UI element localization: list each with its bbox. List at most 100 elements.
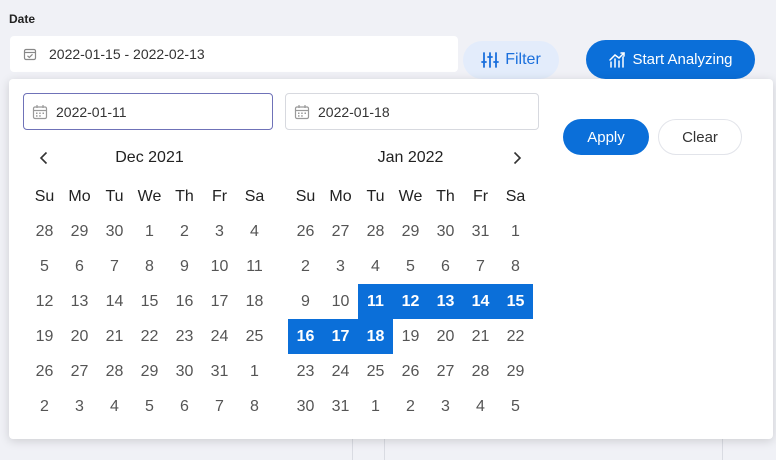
day-cell-selected[interactable]: 14 xyxy=(463,284,498,319)
day-cell-selected[interactable]: 17 xyxy=(323,319,358,354)
day-cell-selected[interactable]: 13 xyxy=(428,284,463,319)
day-cell[interactable]: 2 xyxy=(167,214,202,249)
day-cell[interactable]: 9 xyxy=(288,284,323,319)
day-cell[interactable]: 7 xyxy=(463,249,498,284)
start-analyzing-button[interactable]: Start Analyzing xyxy=(586,40,755,79)
day-cell[interactable]: 19 xyxy=(393,319,428,354)
month-title: Dec 2021 xyxy=(115,149,184,166)
day-cell[interactable]: 21 xyxy=(97,319,132,354)
day-cell[interactable]: 25 xyxy=(237,319,272,354)
day-cell[interactable]: 23 xyxy=(288,354,323,389)
day-cell[interactable]: 20 xyxy=(62,319,97,354)
day-cell[interactable]: 24 xyxy=(202,319,237,354)
day-cell[interactable]: 31 xyxy=(202,354,237,389)
day-cell[interactable]: 2 xyxy=(393,389,428,424)
day-cell[interactable]: 29 xyxy=(498,354,533,389)
filter-button[interactable]: Filter xyxy=(463,41,559,79)
day-cell[interactable]: 13 xyxy=(62,284,97,319)
day-cell[interactable]: 5 xyxy=(498,389,533,424)
day-cell-selected[interactable]: 12 xyxy=(393,284,428,319)
day-cell[interactable]: 4 xyxy=(237,214,272,249)
date-range-field[interactable]: 2022-01-15 - 2022-02-13 xyxy=(10,36,458,72)
weekday-header: Tu xyxy=(105,187,124,205)
day-cell[interactable]: 6 xyxy=(167,389,202,424)
day-cell[interactable]: 1 xyxy=(237,354,272,389)
day-cell[interactable]: 9 xyxy=(167,249,202,284)
day-cell[interactable]: 29 xyxy=(62,214,97,249)
day-cell[interactable]: 15 xyxy=(132,284,167,319)
day-cell[interactable]: 8 xyxy=(132,249,167,284)
day-cell[interactable]: 2 xyxy=(288,249,323,284)
day-cell[interactable]: 28 xyxy=(97,354,132,389)
date-label: Date xyxy=(9,12,36,26)
day-cell[interactable]: 22 xyxy=(498,319,533,354)
day-cell[interactable]: 1 xyxy=(358,389,393,424)
day-cell[interactable]: 3 xyxy=(202,214,237,249)
day-cell[interactable]: 17 xyxy=(202,284,237,319)
day-cell-selected[interactable]: 16 xyxy=(288,319,323,354)
day-cell[interactable]: 5 xyxy=(27,249,62,284)
start-date-input[interactable]: 2022-01-11 xyxy=(23,93,273,130)
day-cell[interactable]: 14 xyxy=(97,284,132,319)
day-cell[interactable]: 27 xyxy=(62,354,97,389)
day-cell[interactable]: 3 xyxy=(428,389,463,424)
day-cell[interactable]: 31 xyxy=(463,214,498,249)
day-cell[interactable]: 20 xyxy=(428,319,463,354)
day-cell[interactable]: 8 xyxy=(498,249,533,284)
end-date-input[interactable]: 2022-01-18 xyxy=(285,93,539,130)
day-cell-selected[interactable]: 11 xyxy=(358,284,393,319)
day-cell[interactable]: 1 xyxy=(132,214,167,249)
day-cell[interactable]: 26 xyxy=(393,354,428,389)
day-cell[interactable]: 22 xyxy=(132,319,167,354)
day-cell[interactable]: 19 xyxy=(27,319,62,354)
day-cell[interactable]: 30 xyxy=(167,354,202,389)
day-cell[interactable]: 3 xyxy=(62,389,97,424)
start-date-value: 2022-01-11 xyxy=(56,103,127,120)
weekday-header: Fr xyxy=(472,187,489,205)
day-cell[interactable]: 8 xyxy=(237,389,272,424)
day-cell[interactable]: 12 xyxy=(27,284,62,319)
day-cell[interactable]: 26 xyxy=(27,354,62,389)
background-divider xyxy=(384,439,385,460)
day-cell[interactable]: 1 xyxy=(498,214,533,249)
day-cell[interactable]: 29 xyxy=(132,354,167,389)
day-cell[interactable]: 6 xyxy=(62,249,97,284)
day-cell[interactable]: 24 xyxy=(323,354,358,389)
day-cell[interactable]: 5 xyxy=(393,249,428,284)
day-cell[interactable]: 4 xyxy=(97,389,132,424)
day-cell[interactable]: 30 xyxy=(288,389,323,424)
day-cell[interactable]: 27 xyxy=(323,214,358,249)
day-cell[interactable]: 28 xyxy=(358,214,393,249)
day-cell[interactable]: 16 xyxy=(167,284,202,319)
day-cell[interactable]: 4 xyxy=(463,389,498,424)
day-cell[interactable]: 27 xyxy=(428,354,463,389)
day-cell[interactable]: 10 xyxy=(323,284,358,319)
clear-button[interactable]: Clear xyxy=(658,119,742,155)
day-cell[interactable]: 18 xyxy=(237,284,272,319)
day-cell[interactable]: 29 xyxy=(393,214,428,249)
day-cell[interactable]: 6 xyxy=(428,249,463,284)
day-cell[interactable]: 21 xyxy=(463,319,498,354)
day-cell[interactable]: 7 xyxy=(97,249,132,284)
day-cell[interactable]: 30 xyxy=(97,214,132,249)
day-cell[interactable]: 28 xyxy=(463,354,498,389)
day-cell[interactable]: 7 xyxy=(202,389,237,424)
calendar-icon xyxy=(32,104,48,119)
day-cell[interactable]: 23 xyxy=(167,319,202,354)
day-cell-selected[interactable]: 15 xyxy=(498,284,533,319)
day-cell[interactable]: 31 xyxy=(323,389,358,424)
apply-button[interactable]: Apply xyxy=(563,119,649,155)
day-cell[interactable]: 11 xyxy=(237,249,272,284)
day-cell[interactable]: 3 xyxy=(323,249,358,284)
day-cell[interactable]: 5 xyxy=(132,389,167,424)
day-grid: Su Mo Tu We Th Fr Sa 26 27 28 29 30 31 1 2 3 4 5 6 7 8 9 10 11 1… xyxy=(288,179,533,424)
filter-label: Filter xyxy=(505,51,541,68)
day-cell[interactable]: 26 xyxy=(288,214,323,249)
day-cell[interactable]: 10 xyxy=(202,249,237,284)
day-cell[interactable]: 4 xyxy=(358,249,393,284)
day-cell-selected[interactable]: 18 xyxy=(358,319,393,354)
day-cell[interactable]: 30 xyxy=(428,214,463,249)
day-cell[interactable]: 25 xyxy=(358,354,393,389)
day-cell[interactable]: 2 xyxy=(27,389,62,424)
day-cell[interactable]: 28 xyxy=(27,214,62,249)
